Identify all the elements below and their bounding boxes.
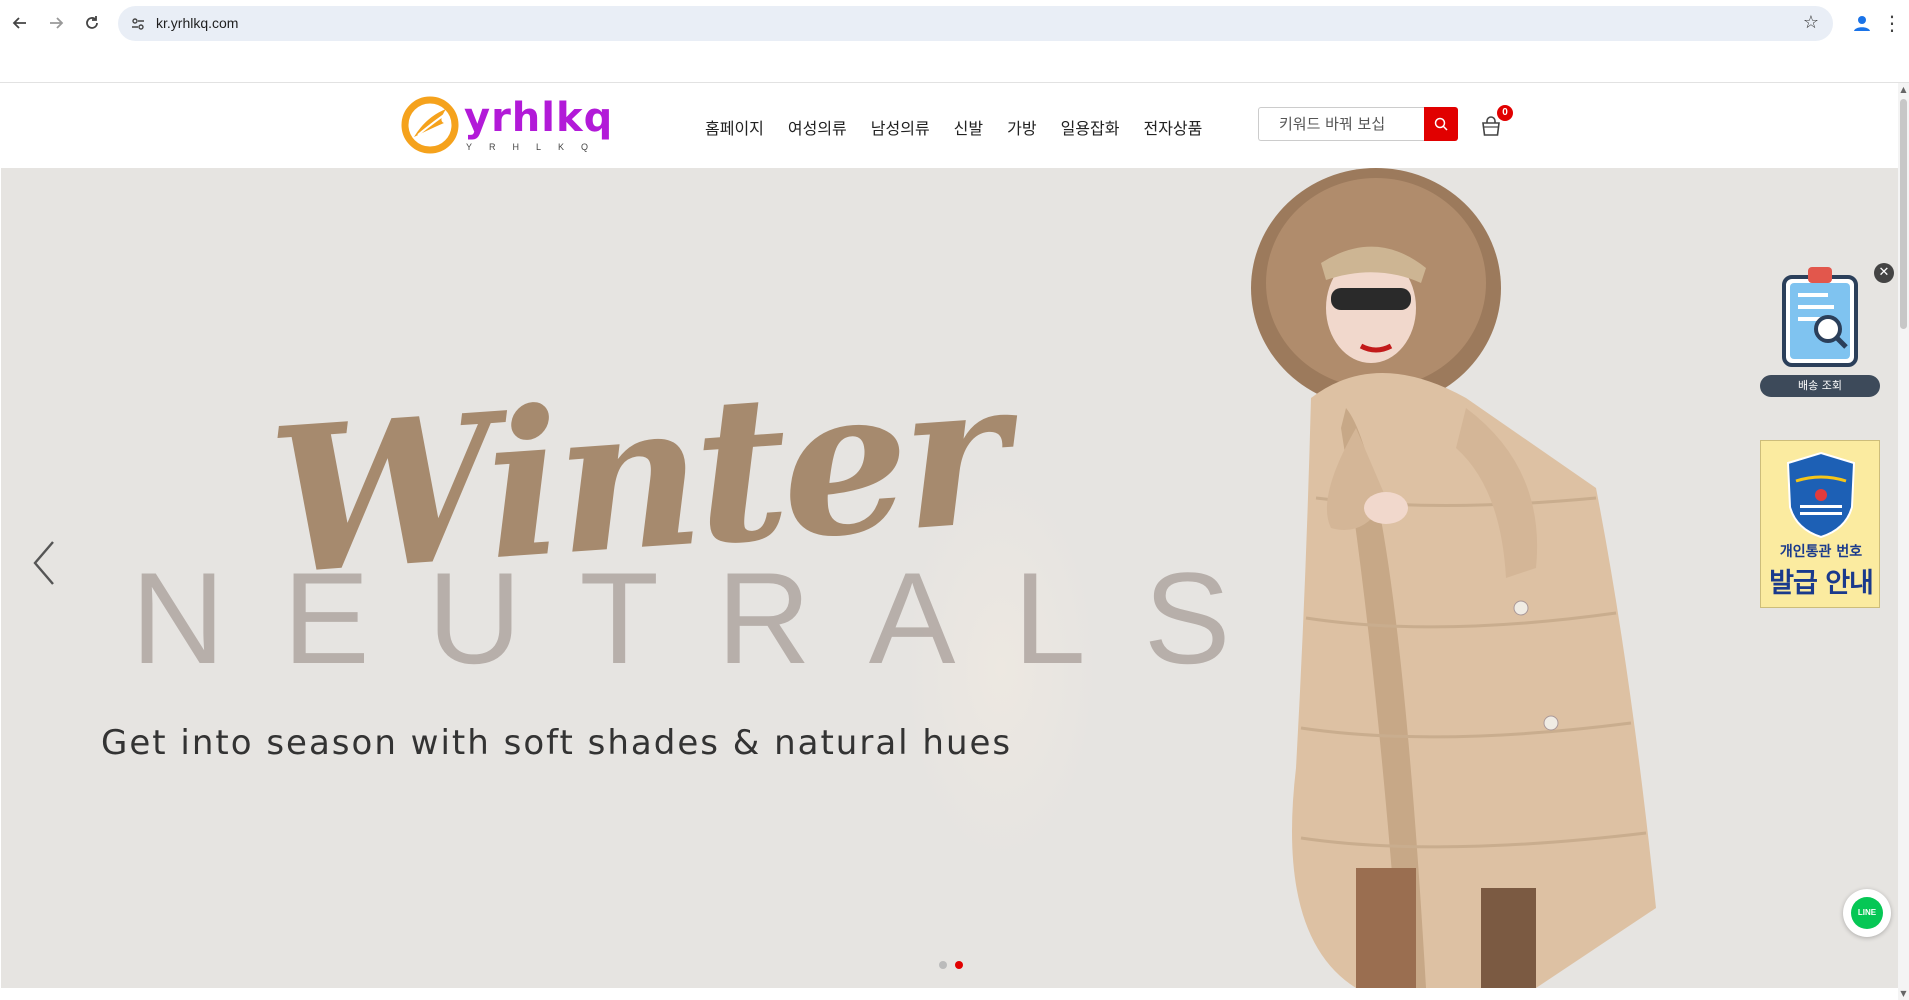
nav-womens-clothing[interactable]: 여성의류 xyxy=(788,115,847,139)
cart-count-badge: 0 xyxy=(1497,105,1513,121)
site-logo[interactable]: yrhlkq YRHLKQ xyxy=(400,95,612,157)
line-icon: LINE xyxy=(1851,897,1883,929)
nav-mens-clothing[interactable]: 남성의류 xyxy=(871,115,930,139)
bookmark-star-icon[interactable]: ☆ xyxy=(1803,12,1819,33)
clipboard-search-icon xyxy=(1782,267,1858,367)
nav-home[interactable]: 홈페이지 xyxy=(705,115,764,139)
customs-line1: 개인통관 번호 xyxy=(1779,544,1863,560)
logo-emblem-icon xyxy=(401,96,459,154)
nav-bags[interactable]: 가방 xyxy=(1007,115,1036,139)
browser-toolbar: kr.yrhlkq.com ☆ ⋮ xyxy=(0,0,1909,46)
site-header: yrhlkq YRHLKQ 홈페이지 여성의류 남성의류 신발 가방 일용잡화 … xyxy=(0,83,1898,168)
customs-line2: 발급 안내 xyxy=(1769,568,1874,599)
reload-icon[interactable] xyxy=(80,11,104,35)
search-button[interactable] xyxy=(1424,107,1458,141)
address-bar[interactable]: kr.yrhlkq.com ☆ xyxy=(118,6,1833,41)
line-chat-button[interactable]: LINE xyxy=(1843,889,1891,937)
back-icon[interactable] xyxy=(8,11,32,35)
tracking-close-button[interactable]: ✕ xyxy=(1874,263,1894,283)
hero-model-image xyxy=(1251,168,1656,988)
carousel-indicators xyxy=(939,961,963,969)
logo-wordmark: yrhlkq xyxy=(464,95,614,141)
search-icon xyxy=(1434,117,1448,131)
carousel-dot-1[interactable] xyxy=(939,961,947,969)
nav-electronics[interactable]: 전자상품 xyxy=(1143,115,1202,139)
scroll-up-icon[interactable]: ▲ xyxy=(1899,85,1908,94)
carousel-dot-2[interactable] xyxy=(955,961,963,969)
chevron-left-icon xyxy=(33,541,54,585)
profile-icon[interactable] xyxy=(1850,11,1874,35)
scrollbar-thumb[interactable] xyxy=(1900,99,1907,329)
hero-title-caps: NEUTRALS xyxy=(131,545,1289,691)
customs-id-guide-banner[interactable]: 개인통관 번호 발급 안내 xyxy=(1760,440,1880,608)
menu-icon[interactable]: ⋮ xyxy=(1882,10,1902,36)
hero-tagline: Get into season with soft shades & natur… xyxy=(101,723,1013,763)
tracking-label[interactable]: 배송 조회 xyxy=(1760,375,1880,397)
main-nav: 홈페이지 여성의류 남성의류 신발 가방 일용잡화 전자상품 xyxy=(705,115,1226,139)
scroll-down-icon[interactable]: ▼ xyxy=(1899,989,1908,998)
cart-button[interactable]: 0 xyxy=(1480,105,1513,139)
forward-icon[interactable] xyxy=(44,11,68,35)
carousel-prev-button[interactable] xyxy=(29,538,59,588)
hero-carousel: Winter NEUTRALS Get into season with sof… xyxy=(1,168,1898,988)
search-box xyxy=(1258,107,1458,141)
korea-customs-emblem-icon xyxy=(1786,451,1856,539)
web-page: yrhlkq YRHLKQ 홈페이지 여성의류 남성의류 신발 가방 일용잡화 … xyxy=(0,83,1898,1000)
delivery-tracking-widget[interactable]: ✕ 배송 조회 xyxy=(1760,263,1894,403)
search-input[interactable] xyxy=(1258,107,1425,141)
nav-shoes[interactable]: 신발 xyxy=(954,115,983,139)
site-settings-icon[interactable] xyxy=(128,14,148,34)
url-text[interactable]: kr.yrhlkq.com xyxy=(156,15,238,31)
logo-subtitle: YRHLKQ xyxy=(466,142,606,152)
page-scrollbar[interactable]: ▲ ▼ xyxy=(1898,83,1909,1000)
nav-daily-goods[interactable]: 일용잡화 xyxy=(1061,115,1120,139)
